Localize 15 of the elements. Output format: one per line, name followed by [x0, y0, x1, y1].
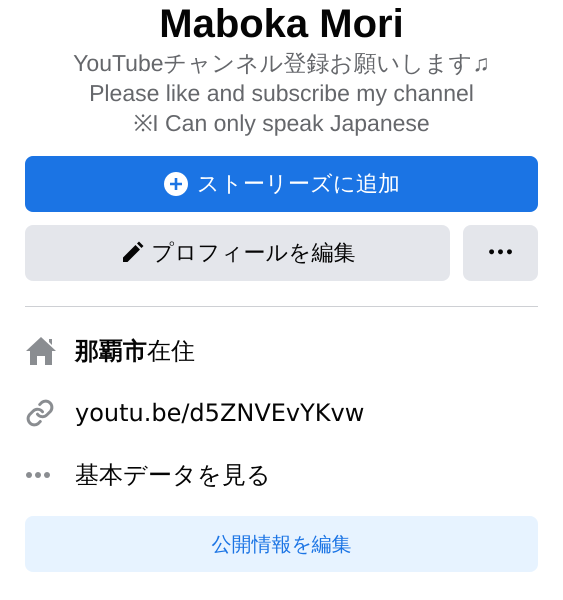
more-button[interactable]: •••	[463, 225, 538, 281]
dots-icon	[25, 471, 51, 479]
plus-circle-icon	[163, 171, 189, 197]
detail-text[interactable]: 基本データを見る	[75, 457, 271, 493]
website-link[interactable]: youtu.be/d5ZNVEvYKvw	[75, 395, 364, 431]
profile-name: Maboka Mori	[159, 1, 404, 48]
link-icon	[25, 398, 55, 428]
home-icon	[25, 336, 57, 366]
bio-text: ※I Can only speak Japanese	[133, 109, 430, 138]
edit-public-info-button[interactable]: 公開情報を編集	[25, 516, 538, 572]
add-story-button[interactable]: ストーリーズに追加	[25, 156, 538, 212]
detail-text: 那覇市在住	[75, 336, 195, 367]
bio-text: YouTubeチャンネル登録お願いします♫	[73, 49, 490, 78]
edit-profile-button[interactable]: プロフィールを編集	[25, 225, 450, 281]
bio-text: Please like and subscribe my channel	[89, 79, 474, 108]
